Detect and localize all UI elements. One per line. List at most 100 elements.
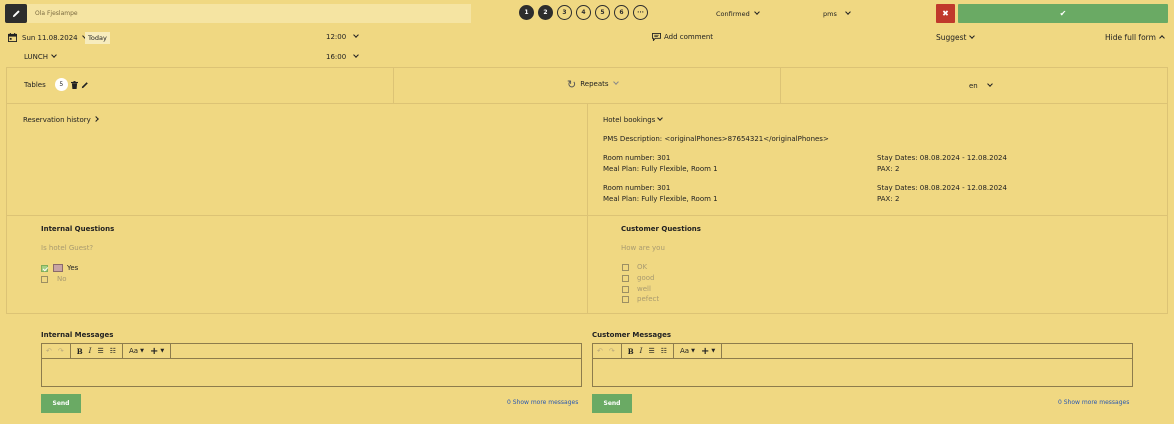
step-6[interactable]: 6 xyxy=(614,5,629,20)
option-label: good xyxy=(637,274,655,282)
bold-button[interactable]: B xyxy=(628,347,634,356)
show-more-customer-link[interactable]: 0 Show more messages xyxy=(1058,399,1129,406)
pencil-icon xyxy=(12,10,20,18)
redo-icon[interactable]: ↷ xyxy=(58,347,64,355)
meal-dropdown[interactable]: LUNCH xyxy=(24,52,57,61)
undo-icon[interactable]: ↶ xyxy=(46,347,52,355)
bold-button[interactable]: B xyxy=(77,347,83,356)
source-dropdown[interactable]: pms xyxy=(823,9,851,18)
meal-plan: Meal Plan: Fully Flexible, Room 1 xyxy=(603,195,718,203)
pax: PAX: 2 xyxy=(877,195,900,203)
step-4[interactable]: 4 xyxy=(576,5,591,20)
undo-icon[interactable]: ↶ xyxy=(597,347,603,355)
step-2[interactable]: 2 xyxy=(538,5,553,20)
chevron-down-icon xyxy=(845,9,851,15)
chevron-down-icon xyxy=(353,52,360,58)
guest-name-input[interactable] xyxy=(27,4,471,23)
add-comment-button[interactable]: Add comment xyxy=(652,33,713,41)
status-dropdown[interactable]: Confirmed xyxy=(716,9,760,18)
start-time-dropdown[interactable]: 12:00 xyxy=(326,32,360,41)
redo-icon[interactable]: ↷ xyxy=(609,347,615,355)
step-1[interactable]: 1 xyxy=(519,5,534,20)
bullet-list-icon[interactable]: ☰ xyxy=(648,347,654,355)
step-3[interactable]: 3 xyxy=(557,5,572,20)
italic-button[interactable]: I xyxy=(640,347,643,355)
checkbox[interactable] xyxy=(622,274,629,282)
chevron-down-icon xyxy=(986,81,993,87)
option-label: No xyxy=(57,275,67,283)
today-button[interactable]: Today xyxy=(85,32,110,44)
comment-icon xyxy=(652,33,661,41)
divider xyxy=(673,343,674,359)
numbered-list-icon[interactable]: ☷ xyxy=(110,347,116,355)
option-good[interactable]: good xyxy=(622,274,654,282)
end-time-dropdown[interactable]: 16:00 xyxy=(326,52,360,61)
edit-name-button[interactable] xyxy=(5,4,27,23)
option-yes[interactable]: Yes xyxy=(41,264,78,272)
chevron-down-icon xyxy=(51,52,57,58)
insert-dropdown[interactable]: + ▼ xyxy=(701,346,715,357)
cancel-button[interactable]: ✖ xyxy=(936,4,955,23)
option-pefect[interactable]: pefect xyxy=(622,295,659,303)
step-5[interactable]: 5 xyxy=(595,5,610,20)
caret-down-icon: ▼ xyxy=(140,348,144,354)
option-label: OK xyxy=(637,263,648,271)
bullet-list-icon[interactable]: ☰ xyxy=(97,347,103,355)
meal-plan: Meal Plan: Fully Flexible, Room 1 xyxy=(603,165,718,173)
font-size-dropdown[interactable]: Aa ▼ xyxy=(680,347,695,355)
room-number: Room number: 301 xyxy=(603,184,671,192)
checkbox[interactable] xyxy=(41,275,48,283)
send-customer-button[interactable]: Send xyxy=(592,394,632,413)
confirm-button[interactable]: ✔ xyxy=(958,4,1168,23)
date-picker[interactable]: Sun 11.08.2024 xyxy=(8,32,88,42)
more-steps-button[interactable]: ··· xyxy=(633,5,648,20)
checkbox-checked[interactable] xyxy=(41,264,48,272)
customer-message-editor[interactable]: ↶ ↷ B I ☰ ☷ Aa ▼ + ▼ xyxy=(592,343,1133,387)
end-time-value: 16:00 xyxy=(326,53,347,61)
page-bottom-edge xyxy=(0,424,1174,428)
option-no[interactable]: No xyxy=(41,275,67,283)
internal-message-editor[interactable]: ↶ ↷ B I ☰ ☷ Aa ▼ + ▼ xyxy=(41,343,582,387)
hotel-booking-stay: Stay Dates: 08.08.2024 - 12.08.2024 PAX:… xyxy=(877,183,1007,205)
room-number: Room number: 301 xyxy=(603,154,671,162)
plus-icon: + xyxy=(149,345,159,357)
show-more-internal-link[interactable]: 0 Show more messages xyxy=(507,399,578,406)
suggest-label: Suggest xyxy=(936,33,967,42)
pencil-icon[interactable] xyxy=(81,81,89,89)
option-well[interactable]: well xyxy=(622,285,651,293)
repeats-dropdown[interactable]: ↻ Repeats xyxy=(567,77,619,91)
checkbox[interactable] xyxy=(622,263,629,271)
hotel-booking-item: Room number: 301 Meal Plan: Fully Flexib… xyxy=(603,153,718,175)
divider xyxy=(780,67,781,104)
language-dropdown[interactable]: en xyxy=(969,81,993,90)
checkbox[interactable] xyxy=(622,285,629,293)
trash-icon[interactable] xyxy=(70,80,78,89)
send-internal-button[interactable]: Send xyxy=(41,394,81,413)
chevron-down-icon xyxy=(612,79,619,85)
reservation-history-link[interactable]: Reservation history xyxy=(23,116,99,124)
internal-messages-title: Internal Messages xyxy=(41,331,114,339)
hotel-booking-stay: Stay Dates: 08.08.2024 - 12.08.2024 PAX:… xyxy=(877,153,1007,175)
suggest-dropdown[interactable]: Suggest xyxy=(936,32,975,42)
option-ok[interactable]: OK xyxy=(622,263,647,271)
step-indicator: 1 2 3 4 5 6 ··· xyxy=(519,5,648,20)
checkbox[interactable] xyxy=(622,295,629,303)
stay-dates: Stay Dates: 08.08.2024 - 12.08.2024 xyxy=(877,184,1007,192)
font-size-label: Aa xyxy=(680,347,690,355)
reservation-history-label: Reservation history xyxy=(23,116,91,124)
internal-questions-title: Internal Questions xyxy=(41,225,115,233)
chevron-down-icon xyxy=(753,9,760,15)
editor-toolbar: ↶ ↷ B I ☰ ☷ Aa ▼ + ▼ xyxy=(593,343,1132,359)
insert-dropdown[interactable]: + ▼ xyxy=(150,346,164,357)
hotel-icon xyxy=(53,264,63,272)
customer-messages-title: Customer Messages xyxy=(592,331,672,339)
hide-full-form-toggle[interactable]: Hide full form xyxy=(1105,33,1165,42)
repeat-icon: ↻ xyxy=(567,77,577,91)
chevron-up-icon xyxy=(1159,34,1165,41)
hotel-bookings-dropdown[interactable]: Hotel bookings xyxy=(603,115,664,124)
table-count-badge: 5 xyxy=(54,78,68,91)
language-value: en xyxy=(969,82,978,90)
font-size-dropdown[interactable]: Aa ▼ xyxy=(129,347,144,355)
italic-button[interactable]: I xyxy=(89,347,92,355)
numbered-list-icon[interactable]: ☷ xyxy=(661,347,667,355)
